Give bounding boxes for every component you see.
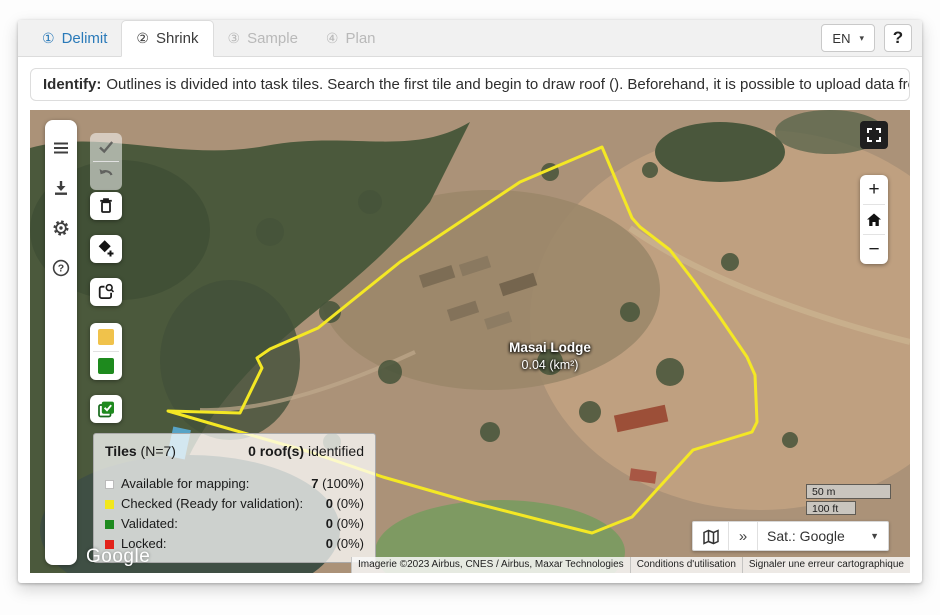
undo-button[interactable] [90, 162, 122, 190]
svg-text:?: ? [58, 263, 64, 275]
white-square-icon [105, 480, 114, 489]
map-icon [701, 527, 720, 546]
settings-button[interactable] [47, 214, 75, 242]
gear-icon [51, 218, 71, 238]
yellow-square-icon [105, 500, 114, 509]
scale-bar-metric: 50 m [806, 484, 891, 499]
tab-plan-label: Plan [345, 30, 375, 47]
dropdown-caret-icon: ▼ [870, 531, 879, 541]
basemap-bar: » Sat.: Google ▼ [692, 521, 889, 551]
map-viewport[interactable]: Masai Lodge 0.04 (km²) [30, 110, 910, 573]
report-error-link[interactable]: Signaler une erreur cartographique [742, 557, 910, 573]
tab-sample[interactable]: ③ Sample [214, 20, 312, 56]
delete-button[interactable] [90, 192, 122, 220]
help-button[interactable]: ? [884, 24, 912, 52]
check-icon [96, 137, 116, 157]
language-value: EN [832, 31, 850, 46]
question-circle-icon: ? [51, 258, 71, 278]
search-area-icon [96, 282, 116, 302]
tab-shrink[interactable]: ② Shrink [121, 20, 213, 57]
basemap-dropdown[interactable]: Sat.: Google ▼ [758, 522, 888, 550]
add-layer-button[interactable] [90, 235, 122, 263]
legend-count: (N=7) [141, 443, 176, 459]
terms-link[interactable]: Conditions d'utilisation [630, 557, 742, 573]
help-circle-button[interactable]: ? [47, 254, 75, 282]
trash-icon [96, 196, 116, 216]
green-square-icon [105, 520, 114, 529]
tab-delimit[interactable]: ① Delimit [28, 20, 121, 56]
zoom-control-group: + − [860, 175, 888, 264]
scale-bar-imperial: 100 ft [806, 501, 856, 515]
checked-checkbox-icon [96, 399, 117, 420]
undo-icon [96, 166, 116, 186]
layers-add-icon [96, 239, 116, 259]
confirm-button[interactable] [90, 133, 122, 161]
tiles-status-panel: Tiles (N=7) 0 roof(s) identified Availab… [93, 433, 376, 563]
layers-panel-button[interactable] [693, 522, 728, 550]
step-1-icon: ① [42, 30, 55, 47]
search-extent-button[interactable] [90, 278, 122, 306]
language-dropdown[interactable]: EN ▾ [821, 24, 875, 52]
home-button[interactable] [860, 205, 888, 234]
instruction-text: Outlines is divided into task tiles. Sea… [106, 76, 910, 93]
sidebar-rail: ? [45, 120, 77, 565]
instruction-banner: Identify: Outlines is divided into task … [30, 68, 910, 101]
tab-plan[interactable]: ④ Plan [312, 20, 390, 56]
step-4-icon: ④ [326, 30, 339, 47]
edit-actions-group [90, 133, 122, 190]
instruction-prefix: Identify: [43, 76, 101, 93]
basemap-value: Sat.: Google [767, 528, 845, 544]
imagery-credit: Imagerie ©2023 Airbus, CNES / Airbus, Ma… [351, 557, 630, 573]
hamburger-icon [51, 138, 71, 158]
green-swatch-icon [98, 358, 114, 374]
chevron-down-icon: ▾ [859, 33, 864, 44]
step-3-icon: ③ [228, 30, 241, 47]
expand-layers-button[interactable]: » [729, 522, 757, 550]
zoom-in-button[interactable]: + [860, 175, 888, 204]
tile-color-group [90, 323, 122, 380]
tab-delimit-label: Delimit [62, 30, 108, 47]
google-logo[interactable]: Google [86, 546, 150, 568]
home-icon [865, 211, 883, 229]
validated-color-button[interactable] [90, 352, 122, 380]
tab-bar: ① Delimit ② Shrink ③ Sample ④ Plan EN ▾ … [18, 20, 922, 57]
legend-title: Tiles [105, 443, 137, 459]
menu-button[interactable] [47, 134, 75, 162]
checked-color-button[interactable] [90, 323, 122, 351]
fullscreen-button[interactable] [860, 121, 888, 149]
roofs-suffix: identified [308, 443, 364, 459]
tab-shrink-label: Shrink [156, 30, 199, 47]
legend-row-checked: Checked (Ready for validation): 0 (0%) [105, 494, 364, 514]
tab-sample-label: Sample [247, 30, 298, 47]
fullscreen-icon [864, 125, 884, 145]
app-window: ① Delimit ② Shrink ③ Sample ④ Plan EN ▾ … [18, 20, 922, 583]
download-button[interactable] [47, 174, 75, 202]
legend-row-available: Available for mapping: 7 (100%) [105, 474, 364, 494]
zoom-out-button[interactable]: − [860, 235, 888, 264]
map-attribution: Imagerie ©2023 Airbus, CNES / Airbus, Ma… [351, 557, 910, 573]
roofs-count: 0 roof(s) [248, 443, 304, 459]
download-icon [51, 178, 71, 198]
validate-tiles-button[interactable] [90, 395, 122, 423]
step-2-icon: ② [136, 30, 149, 47]
yellow-swatch-icon [98, 329, 114, 345]
legend-row-validated: Validated: 0 (0%) [105, 514, 364, 534]
